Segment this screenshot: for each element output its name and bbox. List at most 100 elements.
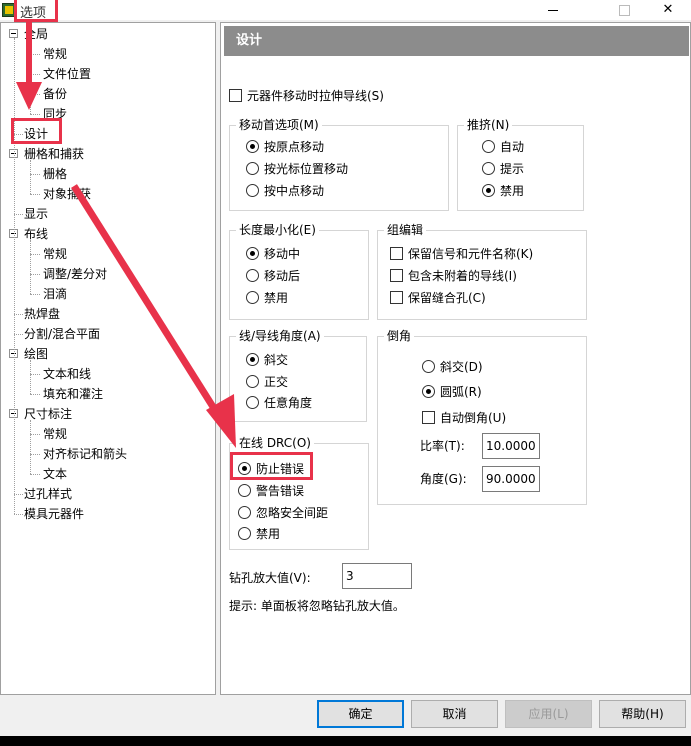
option-label: 按原点移动 [264, 140, 325, 154]
radio-icon [246, 140, 259, 153]
option-label: 保留缝合孔(C) [408, 291, 486, 305]
line-angle-group: 线/导线角度(A) 斜交 正交 任意角度 [229, 328, 367, 422]
tree-subcategory[interactable]: 栅格 [43, 164, 67, 184]
tree-category[interactable]: 显示 [24, 204, 48, 224]
maximize-icon [600, 0, 646, 20]
tree-connector [14, 334, 23, 335]
close-icon[interactable]: ✕ [645, 0, 691, 20]
tree-connector [30, 40, 31, 114]
tree-subcategory[interactable]: 对象捕获 [43, 184, 91, 204]
move-pref-title: 移动首选项(M) [236, 117, 322, 133]
tree-category[interactable]: 模具元器件 [24, 504, 84, 524]
ratio-input[interactable]: 10.0000 [482, 433, 540, 459]
group-edit-group: 组编辑 保留信号和元件名称(K) 包含未附着的导线(I) 保留缝合孔(C) [377, 222, 587, 320]
checkbox-icon [229, 89, 242, 102]
radio-icon [246, 375, 259, 388]
line-angle-title: 线/导线角度(A) [236, 328, 324, 344]
radio-icon [246, 162, 259, 175]
tree-category[interactable]: 分割/混合平面 [24, 324, 100, 344]
tree-subcategory[interactable]: 对齐标记和箭头 [43, 444, 127, 464]
tree-connector [30, 254, 40, 255]
tree-connector [30, 474, 40, 475]
tree-category[interactable]: 全局 [24, 24, 48, 44]
tree-subcategory[interactable]: 文本和线 [43, 364, 91, 384]
tree-subcategory[interactable]: 备份 [43, 84, 67, 104]
radio-icon [482, 140, 495, 153]
ok-button[interactable]: 确定 [317, 700, 404, 728]
option-label: 自动倒角(U) [440, 411, 507, 425]
tree-connector [14, 314, 23, 315]
tree-connector [30, 160, 31, 194]
tree-category[interactable]: 热焊盘 [24, 304, 60, 324]
radio-icon [422, 360, 435, 373]
title-bar: 选项 ✕ [0, 0, 691, 21]
option-label: 斜交(D) [440, 360, 483, 374]
option-label: 包含未附着的导线(I) [408, 269, 517, 283]
title-highlight-box [14, 0, 58, 22]
group-edit-title: 组编辑 [384, 222, 427, 238]
radio-icon [246, 184, 259, 197]
radio-icon [482, 162, 495, 175]
move-pref-group: 移动首选项(M) 按原点移动 按光标位置移动 按中点移动 [229, 117, 449, 211]
drill-label: 钻孔放大值(V): [229, 571, 311, 585]
tree-connector [30, 174, 40, 175]
cancel-button[interactable]: 取消 [411, 700, 498, 728]
tree-subcategory[interactable]: 泪滴 [43, 284, 67, 304]
length-min-group: 长度最小化(E) 移动中 移动后 禁用 [229, 222, 369, 320]
tree-category[interactable]: 栅格和捕获 [24, 144, 84, 164]
radio-icon [482, 184, 495, 197]
option-label: 移动中 [264, 247, 301, 261]
radio-icon [422, 385, 435, 398]
radio-icon [238, 484, 251, 497]
tree-connector [14, 214, 23, 215]
collapse-toggle-icon[interactable] [9, 29, 18, 38]
option-label: 元器件移动时拉伸导线(S) [247, 89, 384, 103]
chamfer-group: 倒角 斜交(D) 圆弧(R) 自动倒角(U) 比率(T): 10.0000 角度… [377, 328, 587, 505]
radio-icon [246, 269, 259, 282]
tree-subcategory[interactable]: 填充和灌注 [43, 384, 103, 404]
tree-connector [14, 38, 15, 514]
length-min-title: 长度最小化(E) [236, 222, 319, 238]
chamfer-title: 倒角 [384, 328, 415, 344]
option-label: 按中点移动 [264, 184, 325, 198]
drc-highlight-box [230, 452, 313, 480]
ratio-label: 比率(T): [420, 439, 465, 453]
tree-subcategory[interactable]: 调整/差分对 [43, 264, 107, 284]
tree-connector [30, 394, 40, 395]
tree-subcategory[interactable]: 常规 [43, 244, 67, 264]
checkbox-icon [390, 269, 403, 282]
tree-connector [30, 294, 40, 295]
tree-subcategory[interactable]: 文本 [43, 464, 67, 484]
tree-connector [30, 194, 40, 195]
tree-connector [30, 114, 40, 115]
apply-button: 应用(L) [505, 700, 592, 728]
angle-input[interactable]: 90.0000 [482, 466, 540, 492]
option-label: 正交 [264, 375, 289, 389]
push-group: 推挤(N) 自动 提示 禁用 [457, 117, 584, 211]
tree-subcategory[interactable]: 常规 [43, 424, 67, 444]
radio-icon [246, 291, 259, 304]
checkbox-icon [390, 247, 403, 260]
option-label: 移动后 [264, 269, 301, 283]
checkbox-icon [390, 291, 403, 304]
tree-connector [30, 374, 40, 375]
tree-subcategory[interactable]: 常规 [43, 44, 67, 64]
tree-category[interactable]: 布线 [24, 224, 48, 244]
checkbox-icon [422, 411, 435, 424]
minimize-icon[interactable] [530, 0, 576, 20]
online-drc-title: 在线 DRC(O) [236, 435, 314, 451]
radio-icon [246, 353, 259, 366]
tree-subcategory[interactable]: 文件位置 [43, 64, 91, 84]
design-settings-panel: 设计 元器件移动时拉伸导线(S) 移动首选项(M) 按原点移动 按光标位置移动 … [220, 22, 691, 695]
help-button[interactable]: 帮助(H) [599, 700, 686, 728]
tree-category[interactable]: 绘图 [24, 344, 48, 364]
tree-connector [30, 94, 40, 95]
tree-category[interactable]: 过孔样式 [24, 484, 72, 504]
radio-icon [238, 506, 251, 519]
option-label: 保留信号和元件名称(K) [408, 247, 534, 261]
tree-connector [30, 74, 40, 75]
drill-oversize-input[interactable]: 3 [342, 563, 412, 589]
tree-connector [14, 514, 23, 515]
tree-connector [30, 274, 40, 275]
tree-category[interactable]: 尺寸标注 [24, 404, 72, 424]
